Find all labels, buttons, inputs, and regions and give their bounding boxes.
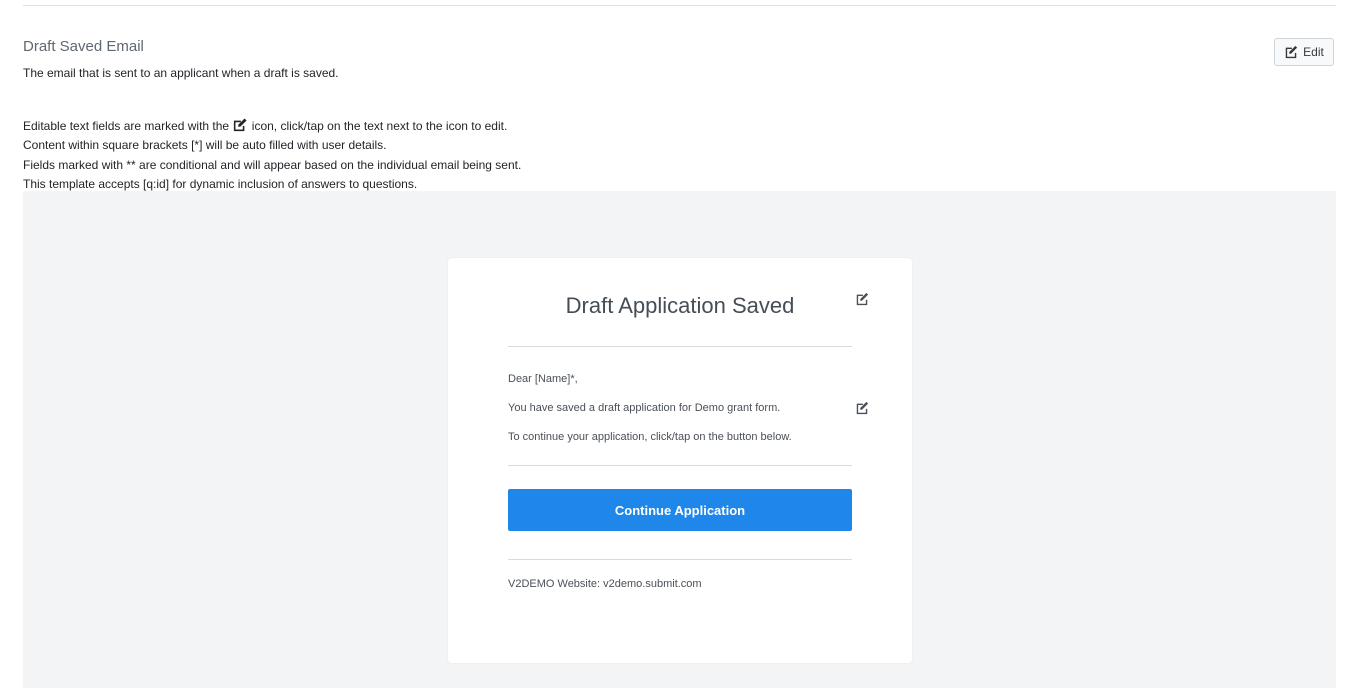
email-body-line-2: To continue your application, click/tap …: [508, 431, 792, 443]
section-title: Draft Saved Email: [23, 38, 144, 55]
instruction-line-2: Content within square brackets [*] will …: [23, 138, 387, 153]
edit-button[interactable]: Edit: [1274, 38, 1334, 66]
email-title[interactable]: Draft Application Saved: [448, 293, 912, 319]
email-card: Draft Application Saved Dear [Name]*, Yo…: [448, 258, 912, 663]
continue-application-button[interactable]: Continue Application: [508, 489, 852, 531]
top-divider: [23, 5, 1336, 6]
edit-icon: [234, 118, 248, 132]
email-footer: V2DEMO Website: v2demo.submit.com: [508, 578, 702, 590]
instruction-line-1-end: icon, click/tap on the text next to the …: [251, 119, 508, 133]
email-preview-area: Draft Application Saved Dear [Name]*, Yo…: [23, 191, 1336, 688]
instruction-line-1: Editable text fields are marked with the…: [23, 117, 521, 136]
edit-icon: [1285, 45, 1298, 59]
instructions: Editable text fields are marked with the…: [23, 117, 521, 194]
email-divider: [508, 559, 852, 560]
email-divider: [508, 346, 852, 347]
section-description: The email that is sent to an applicant w…: [23, 66, 339, 80]
instruction-line-1-start: Editable text fields are marked with the: [23, 119, 230, 133]
email-greeting: Dear [Name]*,: [508, 373, 578, 385]
edit-icon[interactable]: [855, 401, 869, 415]
edit-button-label: Edit: [1303, 45, 1324, 59]
instruction-line-3: Fields marked with ** are conditional an…: [23, 157, 522, 172]
edit-icon[interactable]: [855, 292, 869, 306]
email-divider: [508, 465, 852, 466]
email-body-line-1[interactable]: You have saved a draft application for D…: [508, 402, 780, 414]
